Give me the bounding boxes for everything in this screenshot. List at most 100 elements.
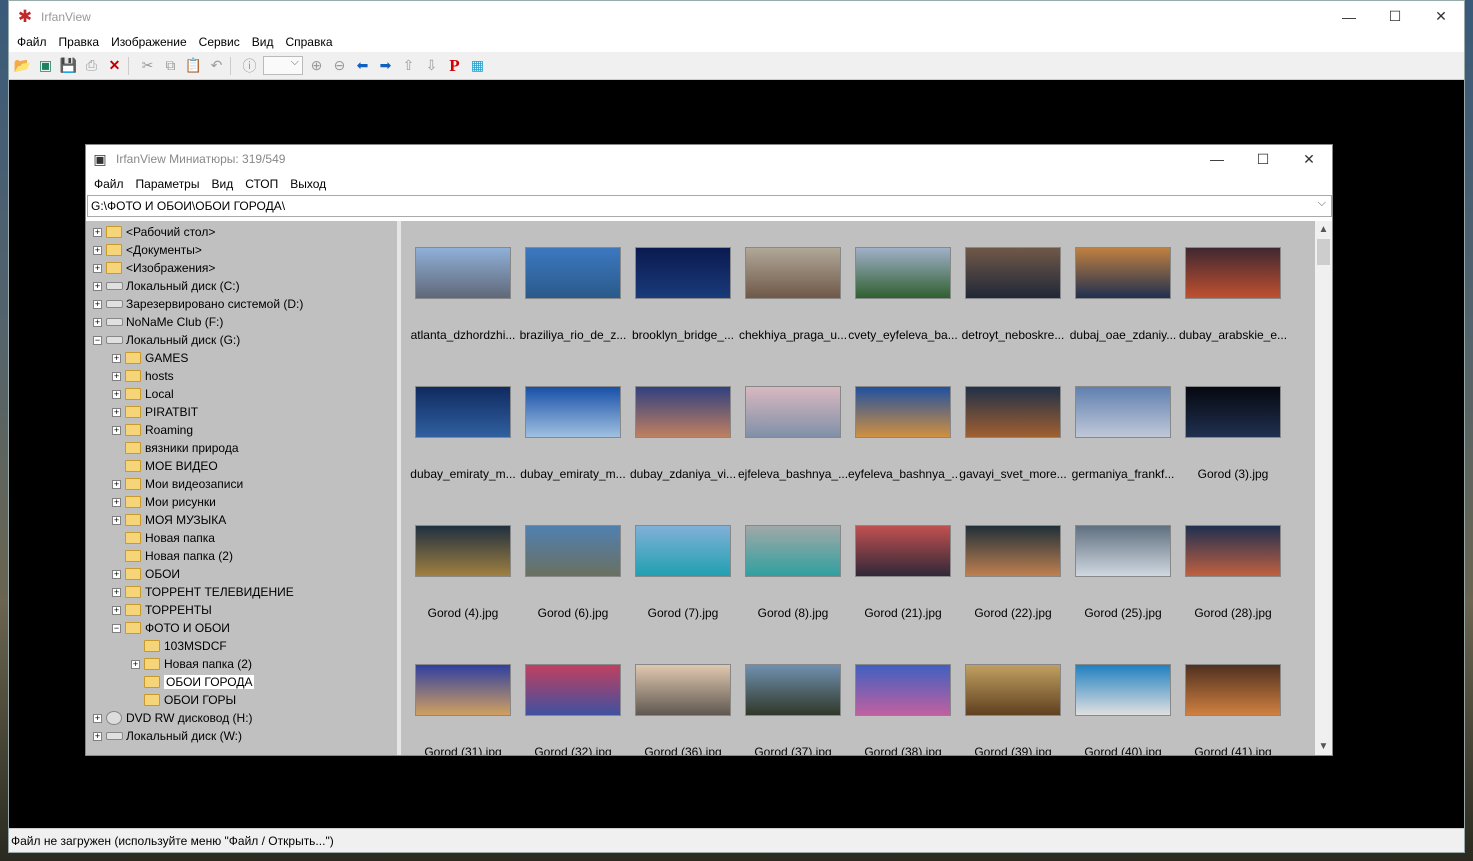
thumbnail-image[interactable] bbox=[1185, 664, 1281, 716]
thumbnail-image[interactable] bbox=[965, 386, 1061, 438]
thumbnail-item[interactable]: Gorod (8).jpg bbox=[738, 525, 848, 664]
undo-icon[interactable]: ↶ bbox=[205, 55, 228, 77]
scroll-thumb[interactable] bbox=[1317, 239, 1330, 265]
thumbnail-item[interactable]: Gorod (4).jpg bbox=[408, 525, 518, 664]
tree-item[interactable]: + ОБОИ bbox=[86, 565, 397, 583]
thumbnail-item[interactable]: Gorod (36).jpg bbox=[628, 664, 738, 755]
tree-item[interactable]: + Зарезервировано системой (D:) bbox=[86, 295, 397, 313]
thumbnail-item[interactable]: dubay_arabskie_e... bbox=[1178, 247, 1288, 386]
main-titlebar[interactable]: ✱ IrfanView — ☐ ✕ bbox=[9, 1, 1464, 32]
thumbnail-item[interactable]: Gorod (3).jpg bbox=[1178, 386, 1288, 525]
tree-item[interactable]: + hosts bbox=[86, 367, 397, 385]
first-file-icon[interactable]: ⇧ bbox=[397, 55, 420, 77]
tree-item[interactable]: + Мои видеозаписи bbox=[86, 475, 397, 493]
zoom-in-icon[interactable]: ⊕ bbox=[305, 55, 328, 77]
thumbnail-item[interactable]: cvety_eyfeleva_ba... bbox=[848, 247, 958, 386]
thumbnail-image[interactable] bbox=[635, 525, 731, 577]
thumbnail-image[interactable] bbox=[1075, 664, 1171, 716]
maximize-icon[interactable]: ☐ bbox=[1240, 145, 1286, 173]
tree-item[interactable]: + DVD RW дисковод (H:) bbox=[86, 709, 397, 727]
thumbnail-item[interactable]: Gorod (21).jpg bbox=[848, 525, 958, 664]
tree-item[interactable]: вязники природа bbox=[86, 439, 397, 457]
paste-icon[interactable]: 📋 bbox=[182, 55, 205, 77]
thumbnail-image[interactable] bbox=[525, 664, 621, 716]
thumbnail-image[interactable] bbox=[415, 664, 511, 716]
thumbnail-image[interactable] bbox=[525, 525, 621, 577]
thumbnail-image[interactable] bbox=[855, 525, 951, 577]
thumb-menu-file[interactable]: Файл bbox=[88, 177, 130, 191]
vertical-scrollbar[interactable]: ▲ ▼ bbox=[1315, 221, 1332, 755]
previous-arrow-icon[interactable]: ⬅ bbox=[351, 55, 374, 77]
thumbnail-image[interactable] bbox=[1075, 525, 1171, 577]
close-icon[interactable]: ✕ bbox=[1286, 145, 1332, 173]
thumbnail-image[interactable] bbox=[855, 386, 951, 438]
tree-item[interactable]: + ТОРРЕНТ ТЕЛЕВИДЕНИЕ bbox=[86, 583, 397, 601]
close-icon[interactable]: ✕ bbox=[1418, 1, 1464, 32]
paint-p-icon[interactable]: P bbox=[443, 55, 466, 77]
thumbnail-item[interactable]: Gorod (40).jpg bbox=[1068, 664, 1178, 755]
tree-item[interactable]: Новая папка bbox=[86, 529, 397, 547]
expand-icon[interactable]: + bbox=[112, 587, 121, 597]
tree-item[interactable]: + <Рабочий стол> bbox=[86, 223, 397, 241]
tree-item[interactable]: ОБОИ ГОРОДА bbox=[86, 673, 397, 691]
menu-view[interactable]: Вид bbox=[246, 35, 280, 49]
maximize-icon[interactable]: ☐ bbox=[1372, 1, 1418, 32]
tree-item[interactable]: + Локальный диск (C:) bbox=[86, 277, 397, 295]
path-combobox[interactable]: G:\ФОТО И ОБОИ\ОБОИ ГОРОДА\ ⌵ bbox=[87, 195, 1332, 217]
thumbnail-item[interactable]: ejfeleva_bashnya_... bbox=[738, 386, 848, 525]
thumbnail-image[interactable] bbox=[1075, 247, 1171, 299]
thumbnail-image[interactable] bbox=[415, 247, 511, 299]
tree-item[interactable]: + Новая папка (2) bbox=[86, 655, 397, 673]
expand-icon[interactable]: + bbox=[93, 245, 102, 255]
tree-item[interactable]: + Roaming bbox=[86, 421, 397, 439]
thumb-menu-view[interactable]: Вид bbox=[205, 177, 239, 191]
thumbnail-item[interactable]: braziliya_rio_de_z... bbox=[518, 247, 628, 386]
thumbnail-image[interactable] bbox=[745, 386, 841, 438]
zoom-out-icon[interactable]: ⊖ bbox=[328, 55, 351, 77]
thumbnail-image[interactable] bbox=[855, 664, 951, 716]
thumbnail-item[interactable]: chekhiya_praga_u... bbox=[738, 247, 848, 386]
thumbnail-item[interactable]: dubay_zdaniya_vi... bbox=[628, 386, 738, 525]
next-arrow-icon[interactable]: ➡ bbox=[374, 55, 397, 77]
thumbnail-item[interactable]: Gorod (39).jpg bbox=[958, 664, 1068, 755]
menu-file[interactable]: Файл bbox=[11, 35, 53, 49]
expand-icon[interactable]: + bbox=[112, 497, 121, 507]
slideshow-icon[interactable]: ▣ bbox=[34, 55, 57, 77]
expand-icon[interactable]: + bbox=[112, 353, 121, 363]
menu-image[interactable]: Изображение bbox=[105, 35, 193, 49]
thumbnails-titlebar[interactable]: ▣ IrfanView Миниатюры: 319/549 — ☐ ✕ bbox=[86, 145, 1332, 173]
expand-icon[interactable]: + bbox=[112, 425, 121, 435]
scroll-down-icon[interactable]: ▼ bbox=[1315, 738, 1332, 755]
thumbnail-item[interactable]: Gorod (41).jpg bbox=[1178, 664, 1288, 755]
thumbnail-image[interactable] bbox=[1185, 247, 1281, 299]
open-folder-icon[interactable]: 📂 bbox=[11, 55, 34, 77]
tree-item[interactable]: МОЕ ВИДЕО bbox=[86, 457, 397, 475]
tree-item[interactable]: Новая папка (2) bbox=[86, 547, 397, 565]
menu-service[interactable]: Сервис bbox=[193, 35, 246, 49]
menu-help[interactable]: Справка bbox=[279, 35, 338, 49]
tree-item[interactable]: − Локальный диск (G:) bbox=[86, 331, 397, 349]
thumbnail-item[interactable]: eyfeleva_bashnya_... bbox=[848, 386, 958, 525]
collapse-icon[interactable]: − bbox=[112, 623, 121, 633]
cut-icon[interactable]: ✂ bbox=[136, 55, 159, 77]
expand-icon[interactable]: + bbox=[112, 371, 121, 381]
expand-icon[interactable]: + bbox=[112, 389, 121, 399]
thumbnails-icon[interactable]: ▦ bbox=[466, 55, 489, 77]
expand-icon[interactable]: + bbox=[93, 299, 102, 309]
thumbnail-image[interactable] bbox=[415, 386, 511, 438]
expand-icon[interactable]: + bbox=[93, 713, 102, 723]
thumbnail-image[interactable] bbox=[525, 386, 621, 438]
expand-icon[interactable]: + bbox=[112, 407, 121, 417]
thumbnail-item[interactable]: germaniya_frankf... bbox=[1068, 386, 1178, 525]
thumbnail-item[interactable]: dubaj_oae_zdaniy... bbox=[1068, 247, 1178, 386]
thumbnail-image[interactable] bbox=[1075, 386, 1171, 438]
save-icon[interactable]: 💾 bbox=[57, 55, 80, 77]
delete-icon[interactable]: ✕ bbox=[103, 55, 126, 77]
chevron-down-icon[interactable]: ⌵ bbox=[1318, 197, 1326, 210]
expand-icon[interactable]: + bbox=[93, 227, 102, 237]
thumbnail-image[interactable] bbox=[1185, 525, 1281, 577]
thumbnail-item[interactable]: dubay_emiraty_m... bbox=[518, 386, 628, 525]
thumbnail-image[interactable] bbox=[855, 247, 951, 299]
tree-item[interactable]: + ТОРРЕНТЫ bbox=[86, 601, 397, 619]
tree-item[interactable]: + Локальный диск (W:) bbox=[86, 727, 397, 745]
